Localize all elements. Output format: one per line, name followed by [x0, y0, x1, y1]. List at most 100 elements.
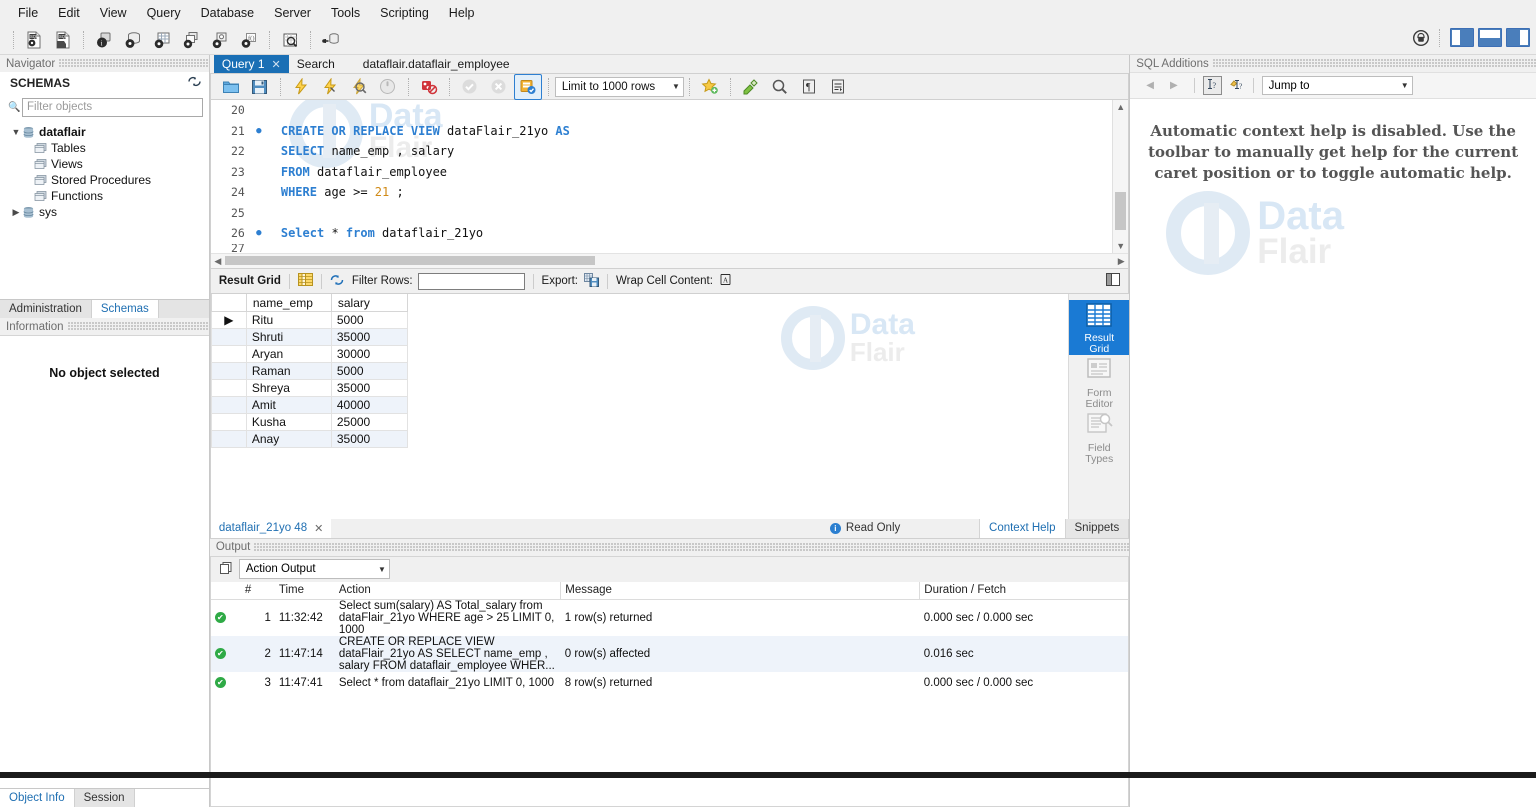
scrollbar-thumb[interactable] [225, 256, 595, 265]
column-header-salary[interactable]: salary [331, 294, 407, 312]
tab-context-help[interactable]: Context Help [979, 519, 1064, 538]
close-icon[interactable]: ✕ [314, 522, 323, 535]
toggle-sidebar-icon[interactable] [1450, 28, 1474, 47]
new-sql-tab-icon[interactable]: SQL [20, 27, 48, 53]
cell-salary[interactable]: 35000 [331, 380, 407, 397]
row-marker[interactable] [211, 380, 246, 397]
filter-rows-input[interactable] [418, 273, 525, 290]
scroll-right-icon[interactable]: ▶ [1114, 254, 1128, 268]
tree-item-views[interactable]: Views [6, 156, 209, 172]
menu-item-scripting[interactable]: Scripting [370, 3, 439, 23]
result-grid[interactable]: Data Flair name_emp salary [210, 294, 1068, 519]
cell-name-emp[interactable]: Raman [246, 363, 331, 380]
find-icon[interactable] [766, 74, 794, 100]
result-tab-dataflair-21yo[interactable]: dataflair_21yo 48 ✕ [211, 519, 331, 538]
open-script-icon[interactable] [217, 74, 245, 100]
reconnect-server-icon[interactable] [317, 27, 345, 53]
toggle-panel-icon[interactable] [1106, 273, 1120, 289]
output-row[interactable]: ✔ 2 11:47:14 CREATE OR REPLACE VIEW data… [211, 636, 1128, 672]
toggle-output-icon[interactable] [1478, 28, 1502, 47]
tab-search[interactable]: Search [289, 55, 343, 73]
row-marker[interactable] [211, 431, 246, 448]
table-row[interactable]: Anay 35000 [211, 431, 407, 448]
cell-salary[interactable]: 30000 [331, 346, 407, 363]
menu-item-file[interactable]: File [8, 3, 48, 23]
toggle-stop-on-error-icon[interactable] [415, 74, 443, 100]
table-row[interactable]: Shreya 35000 [211, 380, 407, 397]
execute-current-statement-icon[interactable] [316, 74, 344, 100]
wrap-cell-icon[interactable]: A [719, 273, 732, 289]
scroll-up-icon[interactable]: ▲ [1113, 100, 1128, 115]
cell-name-emp[interactable]: Shruti [246, 329, 331, 346]
menu-item-server[interactable]: Server [264, 3, 321, 23]
chevron-right-icon[interactable]: ▶ [10, 207, 22, 218]
limit-rows-select[interactable]: Limit to 1000 rows ▼ [555, 77, 684, 97]
shield-icon[interactable] [1412, 29, 1430, 47]
search-table-data-icon[interactable] [276, 27, 304, 53]
cell-name-emp[interactable]: Amit [246, 397, 331, 414]
tree-item-dataflair[interactable]: ▼ dataflair [6, 124, 209, 140]
refresh-icon[interactable] [188, 76, 201, 90]
row-marker[interactable]: ▶ [211, 312, 246, 329]
arrow-left-icon[interactable]: ◀ [1138, 80, 1162, 91]
tree-item-functions[interactable]: Functions [6, 188, 209, 204]
cell-salary[interactable]: 35000 [331, 431, 407, 448]
menu-item-help[interactable]: Help [439, 3, 485, 23]
commit-icon[interactable] [456, 74, 484, 100]
cell-salary[interactable]: 25000 [331, 414, 407, 431]
execute-statement-icon[interactable] [287, 74, 315, 100]
new-table-icon[interactable] [119, 27, 147, 53]
chevron-down-icon[interactable]: ▼ [1401, 81, 1409, 90]
toggle-automatic-help-icon[interactable]: ? [1230, 78, 1245, 94]
result-grid-icon[interactable] [298, 273, 313, 289]
breakpoint-marker[interactable]: ● [251, 228, 267, 238]
new-function-icon[interactable] [206, 27, 234, 53]
scroll-left-icon[interactable]: ◀ [211, 254, 225, 268]
sql-editor[interactable]: Data Flair 20 21 ● CREATE OR REPLACE VIE… [210, 100, 1129, 268]
tree-item-stored-procedures[interactable]: Stored Procedures [6, 172, 209, 188]
table-row[interactable]: Aryan 30000 [211, 346, 407, 363]
tab-administration[interactable]: Administration [0, 300, 92, 318]
chevron-down-icon[interactable]: ▼ [672, 82, 680, 91]
menu-item-query[interactable]: Query [137, 3, 191, 23]
scrollbar-thumb[interactable] [1115, 192, 1126, 230]
table-row[interactable]: ▶ Ritu 5000 [211, 312, 407, 329]
cell-salary[interactable]: 35000 [331, 329, 407, 346]
toggle-wrapping-icon[interactable] [824, 74, 852, 100]
save-script-icon[interactable] [246, 74, 274, 100]
save-snippet-icon[interactable] [696, 74, 724, 100]
jump-to-select[interactable]: Jump to ▼ [1262, 76, 1413, 95]
menu-item-view[interactable]: View [90, 3, 137, 23]
row-marker[interactable] [211, 414, 246, 431]
toggle-invisible-chars-icon[interactable]: ¶ [795, 74, 823, 100]
chevron-down-icon[interactable]: ▼ [10, 127, 22, 137]
tree-item-tables[interactable]: Tables [6, 140, 209, 156]
table-row[interactable]: Shruti 35000 [211, 329, 407, 346]
table-row[interactable]: Amit 40000 [211, 397, 407, 414]
tab-query-1[interactable]: Query 1 ✕ [214, 55, 289, 73]
breakpoint-marker[interactable]: ● [251, 126, 267, 136]
help-index-icon[interactable]: ? [1203, 76, 1222, 95]
sql-code[interactable]: 20 21 ● CREATE OR REPLACE VIEW dataFlair… [211, 100, 1128, 268]
toggle-secondary-sidebar-icon[interactable] [1506, 28, 1530, 47]
arrow-right-icon[interactable]: ▶ [1162, 80, 1186, 91]
tab-schemas[interactable]: Schemas [92, 300, 159, 318]
strip-item-result-grid[interactable]: Result Grid [1069, 300, 1129, 355]
strip-item-form-editor[interactable]: Form Editor [1069, 355, 1129, 410]
row-marker[interactable] [211, 363, 246, 380]
cell-name-emp[interactable]: Kusha [246, 414, 331, 431]
scroll-down-icon[interactable]: ▼ [1113, 239, 1128, 254]
export-recordset-icon[interactable] [584, 273, 599, 290]
rollback-icon[interactable] [485, 74, 513, 100]
column-header-name-emp[interactable]: name_emp [246, 294, 331, 312]
tree-item-sys[interactable]: ▶ sys [6, 204, 209, 220]
cell-name-emp[interactable]: Shreya [246, 380, 331, 397]
cell-salary[interactable]: 40000 [331, 397, 407, 414]
tab-snippets[interactable]: Snippets [1065, 519, 1129, 538]
output-row[interactable]: ✔ 3 11:47:41 Select * from dataflair_21y… [211, 672, 1128, 694]
explain-query-icon[interactable] [345, 74, 373, 100]
output-mode-select[interactable]: Action Output ▼ [239, 559, 390, 579]
new-schema-icon[interactable]: i [90, 27, 118, 53]
output-row[interactable]: ✔ 1 11:32:42 Select sum(salary) AS Total… [211, 599, 1128, 636]
row-marker[interactable] [211, 346, 246, 363]
